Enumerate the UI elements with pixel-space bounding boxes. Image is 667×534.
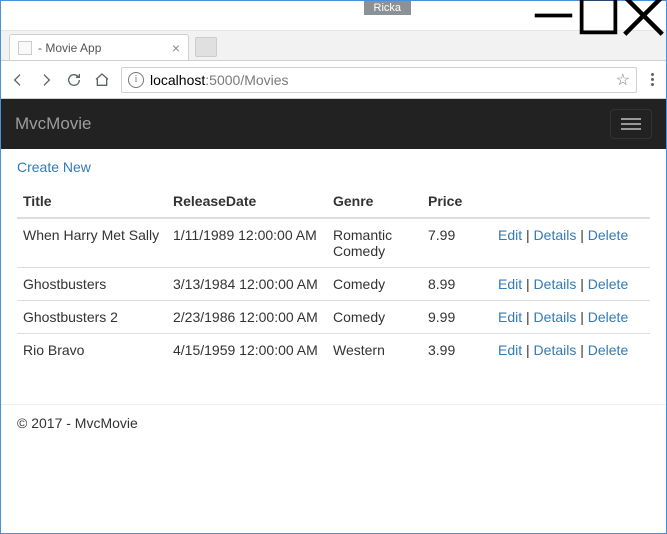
tab-close-icon[interactable]: × — [172, 40, 180, 56]
home-button[interactable] — [93, 71, 111, 89]
url-text: localhost:5000/Movies — [150, 72, 289, 88]
cell-price: 9.99 — [422, 301, 492, 334]
cell-genre: Comedy — [327, 268, 422, 301]
app-navbar: MvcMovie — [1, 99, 666, 149]
delete-link[interactable]: Delete — [588, 276, 628, 292]
cell-actions: Edit | Details | Delete — [492, 268, 650, 301]
create-new-link[interactable]: Create New — [17, 159, 91, 175]
favicon — [18, 41, 32, 55]
footer-separator — [1, 404, 666, 405]
navbar-toggle-button[interactable] — [610, 109, 652, 139]
user-tag: Ricka — [364, 1, 412, 15]
address-bar[interactable]: i localhost:5000/Movies ☆ — [121, 67, 637, 93]
back-button[interactable] — [9, 71, 27, 89]
col-price: Price — [422, 185, 492, 218]
edit-link[interactable]: Edit — [498, 309, 522, 325]
tab-title: - Movie App — [38, 41, 166, 55]
new-tab-button[interactable] — [195, 37, 217, 57]
delete-link[interactable]: Delete — [588, 342, 628, 358]
details-link[interactable]: Details — [534, 276, 577, 292]
cell-genre: Comedy — [327, 301, 422, 334]
cell-actions: Edit | Details | Delete — [492, 218, 650, 268]
col-actions — [492, 185, 650, 218]
details-link[interactable]: Details — [534, 227, 577, 243]
cell-releasedate: 2/23/1986 12:00:00 AM — [167, 301, 327, 334]
reload-button[interactable] — [65, 71, 83, 89]
edit-link[interactable]: Edit — [498, 276, 522, 292]
cell-actions: Edit | Details | Delete — [492, 301, 650, 334]
window-close-button[interactable] — [621, 1, 666, 30]
forward-button[interactable] — [37, 71, 55, 89]
table-row: Rio Bravo4/15/1959 12:00:00 AMWestern3.9… — [17, 334, 650, 367]
cell-title: Ghostbusters 2 — [17, 301, 167, 334]
table-row: Ghostbusters3/13/1984 12:00:00 AMComedy8… — [17, 268, 650, 301]
window-minimize-button[interactable] — [531, 1, 576, 30]
page-footer: © 2017 - MvcMovie — [1, 415, 666, 443]
browser-toolbar: i localhost:5000/Movies ☆ — [1, 61, 666, 99]
cell-price: 3.99 — [422, 334, 492, 367]
hamburger-icon — [621, 118, 641, 120]
details-link[interactable]: Details — [534, 342, 577, 358]
browser-tab[interactable]: - Movie App × — [9, 34, 189, 60]
movies-table: Title ReleaseDate Genre Price When Harry… — [17, 185, 650, 366]
cell-actions: Edit | Details | Delete — [492, 334, 650, 367]
delete-link[interactable]: Delete — [588, 309, 628, 325]
browser-menu-button[interactable] — [647, 73, 658, 86]
cell-price: 8.99 — [422, 268, 492, 301]
col-releasedate: ReleaseDate — [167, 185, 327, 218]
edit-link[interactable]: Edit — [498, 227, 522, 243]
cell-title: Ghostbusters — [17, 268, 167, 301]
brand-link[interactable]: MvcMovie — [15, 114, 92, 134]
cell-genre: Romantic Comedy — [327, 218, 422, 268]
table-row: Ghostbusters 22/23/1986 12:00:00 AMComed… — [17, 301, 650, 334]
col-title: Title — [17, 185, 167, 218]
page-content: Create New Title ReleaseDate Genre Price… — [1, 149, 666, 386]
bookmark-star-icon[interactable]: ☆ — [616, 70, 630, 90]
delete-link[interactable]: Delete — [588, 227, 628, 243]
window-maximize-button[interactable] — [576, 1, 621, 30]
details-link[interactable]: Details — [534, 309, 577, 325]
site-info-icon[interactable]: i — [128, 72, 144, 88]
cell-title: When Harry Met Sally — [17, 218, 167, 268]
table-header-row: Title ReleaseDate Genre Price — [17, 185, 650, 218]
cell-releasedate: 1/11/1989 12:00:00 AM — [167, 218, 327, 268]
edit-link[interactable]: Edit — [498, 342, 522, 358]
table-row: When Harry Met Sally1/11/1989 12:00:00 A… — [17, 218, 650, 268]
cell-releasedate: 4/15/1959 12:00:00 AM — [167, 334, 327, 367]
cell-price: 7.99 — [422, 218, 492, 268]
col-genre: Genre — [327, 185, 422, 218]
cell-title: Rio Bravo — [17, 334, 167, 367]
window-titlebar: Ricka — [1, 1, 666, 31]
cell-genre: Western — [327, 334, 422, 367]
cell-releasedate: 3/13/1984 12:00:00 AM — [167, 268, 327, 301]
